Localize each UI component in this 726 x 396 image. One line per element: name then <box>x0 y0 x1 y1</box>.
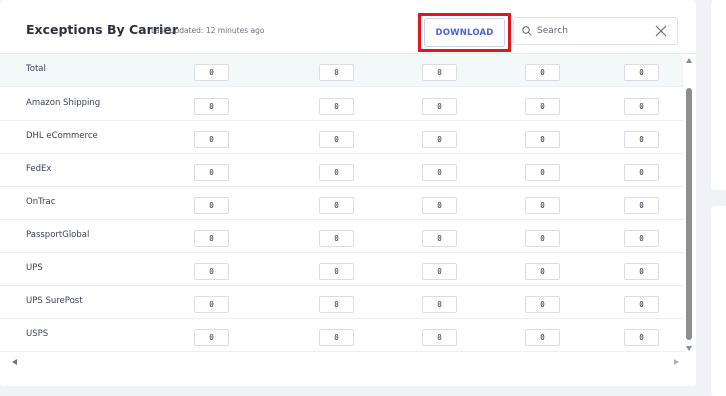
count-cell: 0 <box>624 197 659 214</box>
count-cell: 0 <box>422 296 457 313</box>
scroll-up-arrow-icon[interactable] <box>686 58 692 63</box>
table-row: Total 0 0 0 0 0 <box>0 54 683 87</box>
table-row: OnTrac 0 0 0 0 0 <box>0 187 683 220</box>
carrier-name: UPS <box>26 263 43 273</box>
count-cell: 0 <box>319 230 354 247</box>
scroll-right-arrow-icon[interactable] <box>674 359 679 365</box>
count-cell: 0 <box>194 263 229 280</box>
scroll-down-arrow-icon[interactable] <box>686 346 692 351</box>
carrier-name: USPS <box>26 329 49 339</box>
count-cell: 0 <box>319 98 354 115</box>
table-row: UPS SurePost 0 0 0 0 0 <box>0 286 683 319</box>
count-cell: 0 <box>624 230 659 247</box>
count-cell: 0 <box>525 329 560 346</box>
count-cell: 0 <box>624 131 659 148</box>
count-cell: 0 <box>525 131 560 148</box>
count-cell: 0 <box>194 98 229 115</box>
vertical-scroll-thumb[interactable] <box>686 88 692 340</box>
table-row: UPS 0 0 0 0 0 <box>0 253 683 286</box>
count-cell: 0 <box>194 131 229 148</box>
carrier-name: DHL eCommerce <box>26 131 98 141</box>
count-cell: 0 <box>525 197 560 214</box>
count-cell: 0 <box>319 64 354 81</box>
table-row: Amazon Shipping 0 0 0 0 0 <box>0 88 683 121</box>
count-cell: 0 <box>194 296 229 313</box>
count-cell: 0 <box>319 329 354 346</box>
card-header: Exceptions By Carrier Last Updated: 12 m… <box>0 0 696 54</box>
count-cell: 0 <box>319 164 354 181</box>
count-cell: 0 <box>319 131 354 148</box>
count-cell: 0 <box>525 230 560 247</box>
count-cell: 0 <box>624 98 659 115</box>
count-cell: 0 <box>422 64 457 81</box>
count-cell: 0 <box>624 296 659 313</box>
count-cell: 0 <box>194 164 229 181</box>
count-cell: 0 <box>319 197 354 214</box>
count-cell: 0 <box>624 164 659 181</box>
download-button-label[interactable]: DOWNLOAD <box>424 18 505 47</box>
count-cell: 0 <box>194 197 229 214</box>
count-cell: 0 <box>525 164 560 181</box>
carrier-name: UPS SurePost <box>26 296 83 306</box>
carrier-name: PassportGlobal <box>26 230 90 240</box>
adjacent-card <box>711 206 726 396</box>
count-cell: 0 <box>624 64 659 81</box>
carrier-name: FedEx <box>26 164 52 174</box>
download-button[interactable]: DOWNLOAD <box>418 13 511 52</box>
count-cell: 0 <box>422 164 457 181</box>
table-row: PassportGlobal 0 0 0 0 0 <box>0 220 683 253</box>
adjacent-card <box>711 0 726 190</box>
count-cell: 0 <box>319 263 354 280</box>
count-cell: 0 <box>422 98 457 115</box>
table-row: USPS 0 0 0 0 0 <box>0 319 683 352</box>
carrier-name: Total <box>26 64 46 74</box>
search-icon <box>522 26 532 36</box>
horizontal-scrollbar[interactable] <box>0 356 683 368</box>
count-cell: 0 <box>194 329 229 346</box>
exceptions-by-carrier-card: Exceptions By Carrier Last Updated: 12 m… <box>0 0 696 386</box>
count-cell: 0 <box>422 131 457 148</box>
close-icon[interactable] <box>654 24 668 38</box>
count-cell: 0 <box>525 263 560 280</box>
vertical-scrollbar[interactable] <box>684 54 694 354</box>
count-cell: 0 <box>525 64 560 81</box>
last-updated-text: Last Updated: 12 minutes ago <box>151 26 265 35</box>
table-row: FedEx 0 0 0 0 0 <box>0 154 683 187</box>
carrier-name: Amazon Shipping <box>26 98 101 108</box>
carrier-name: OnTrac <box>26 197 56 207</box>
carrier-table: Total 0 0 0 0 0 Amazon Shipping 0 0 0 0 … <box>0 54 683 354</box>
count-cell: 0 <box>624 329 659 346</box>
count-cell: 0 <box>422 329 457 346</box>
count-cell: 0 <box>624 263 659 280</box>
search-box[interactable] <box>513 17 678 45</box>
count-cell: 0 <box>422 197 457 214</box>
page: Exceptions By Carrier Last Updated: 12 m… <box>0 0 726 396</box>
count-cell: 0 <box>525 98 560 115</box>
table-row: DHL eCommerce 0 0 0 0 0 <box>0 121 683 154</box>
count-cell: 0 <box>525 296 560 313</box>
scroll-left-arrow-icon[interactable] <box>12 359 17 365</box>
count-cell: 0 <box>194 64 229 81</box>
search-input[interactable] <box>537 22 647 40</box>
count-cell: 0 <box>319 296 354 313</box>
count-cell: 0 <box>422 230 457 247</box>
count-cell: 0 <box>422 263 457 280</box>
count-cell: 0 <box>194 230 229 247</box>
